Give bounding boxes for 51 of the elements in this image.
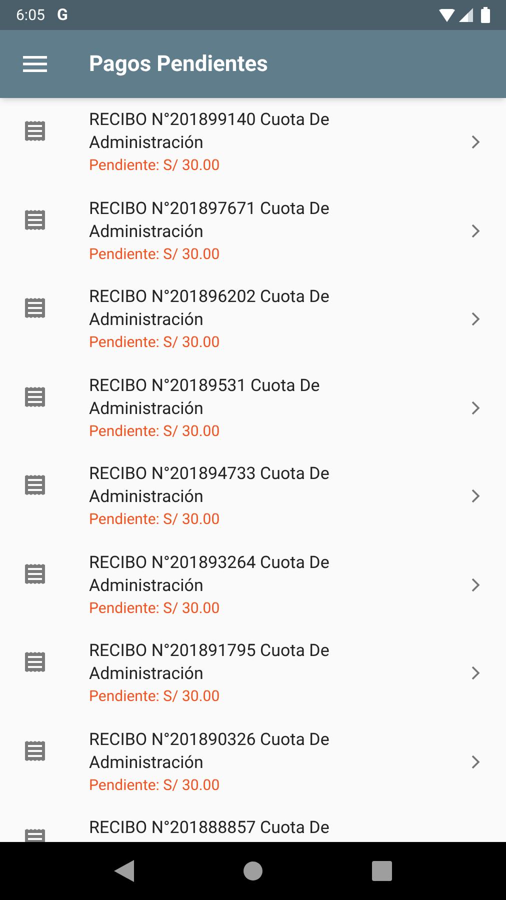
- receipt-title: RECIBO N°201896202 Cuota De Administración: [89, 286, 330, 332]
- pending-amount: Pendiente: S/ 30.00: [89, 244, 221, 264]
- pending-amount: Pendiente: S/ 30.00: [89, 155, 221, 176]
- pending-amount: Pendiente: S/ 30.00: [89, 509, 221, 530]
- pending-amount: Pendiente: S/ 30.00: [89, 332, 221, 353]
- receipt-title: RECIBO N°201894733 Cuota De Administración: [89, 463, 330, 509]
- pending-amount: Pendiente: S/ 30.00: [89, 420, 221, 442]
- receipt-title: RECIBO N°201891795 Cuota De Administración: [89, 640, 330, 686]
- receipt-title: RECIBO N°201899140 Cuota De Administración: [89, 109, 330, 155]
- receipt-list-item[interactable]: RECIBO N°201899140 Cuota De Administración Pendiente: S/ 30.00: [0, 98, 506, 186]
- chevron-right-icon: [471, 666, 480, 680]
- chevron-right-icon: [471, 224, 480, 238]
- receipt-list-item[interactable]: RECIBO N°201896202 Cuota De Administración Pendiente: S/ 30.00: [0, 275, 506, 364]
- receipt-list-item[interactable]: RECIBO N°201893264 Cuota De Administración Pendiente: S/ 30.00: [0, 540, 506, 629]
- receipt-list-item[interactable]: RECIBO N°20189531 Cuota De Administración Pendiente: S/ 30.00: [0, 364, 506, 452]
- screen-title: Pagos Pendientes: [89, 50, 268, 78]
- receipt-list-item[interactable]: RECIBO N°201890326 Cuota De Administración Pendiente: S/ 30.00: [0, 718, 506, 806]
- receipt-icon: [23, 738, 47, 762]
- receipt-title: RECIBO N°201888857 Cuota De: [89, 817, 330, 840]
- battery-icon: [481, 7, 490, 23]
- wifi-icon: [439, 8, 455, 22]
- receipt-list-item[interactable]: RECIBO N°201894733 Cuota De Administración Pendiente: S/ 30.00: [0, 452, 506, 540]
- receipt-icon: [23, 562, 47, 586]
- recents-icon[interactable]: [372, 861, 392, 881]
- receipt-icon: [23, 384, 47, 408]
- status-time: 6:05: [16, 4, 45, 26]
- pending-amount: Pendiente: S/ 30.00: [89, 774, 221, 796]
- chevron-right-icon: [471, 489, 480, 503]
- receipt-list-item[interactable]: RECIBO N°201897671 Cuota De Administración Pendiente: S/ 30.00: [0, 186, 506, 275]
- chevron-right-icon: [471, 754, 480, 768]
- app-notification-letter: G: [56, 4, 68, 26]
- receipt-icon: [23, 208, 47, 232]
- receipt-icon: [23, 119, 47, 143]
- chevron-right-icon: [471, 400, 480, 414]
- home-icon[interactable]: [242, 861, 263, 881]
- signal-icon: [459, 8, 473, 22]
- pending-amount: Pendiente: S/ 30.00: [89, 598, 221, 618]
- back-icon[interactable]: [114, 860, 134, 882]
- receipt-icon: [23, 650, 47, 674]
- menu-icon: [23, 55, 47, 73]
- receipt-list-item[interactable]: RECIBO N°201891795 Cuota De Administración Pendiente: S/ 30.00: [0, 629, 506, 718]
- receipt-icon: [23, 473, 47, 497]
- receipt-title: RECIBO N°201893264 Cuota De Administración: [89, 552, 330, 598]
- receipt-title: RECIBO N°201890326 Cuota De Administración: [89, 728, 330, 774]
- chevron-right-icon: [471, 135, 480, 149]
- chevron-right-icon: [471, 312, 480, 326]
- pending-amount: Pendiente: S/ 30.00: [89, 686, 221, 707]
- receipt-title: RECIBO N°20189531 Cuota De Administración: [89, 374, 321, 420]
- chevron-right-icon: [471, 578, 480, 592]
- receipt-title: RECIBO N°201897671 Cuota De Administración: [89, 198, 330, 244]
- receipt-icon: [23, 296, 47, 320]
